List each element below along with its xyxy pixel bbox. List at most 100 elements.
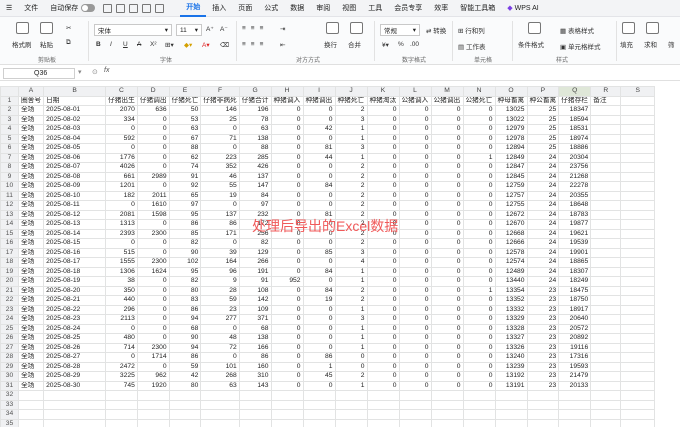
cell[interactable] (620, 418, 656, 427)
row-header[interactable]: 8 (0, 162, 19, 173)
cell[interactable]: 63 (238, 124, 272, 135)
cell[interactable]: 166 (238, 342, 272, 353)
cell[interactable]: 86 (168, 219, 202, 230)
cell[interactable]: 63 (168, 124, 202, 135)
cell[interactable]: 0 (398, 171, 432, 182)
cell[interactable]: 83 (168, 295, 202, 306)
cell[interactable]: 圈舍号 (17, 95, 45, 106)
cell[interactable] (430, 409, 464, 420)
cell[interactable]: 12755 (494, 200, 528, 211)
cell[interactable]: 0 (302, 105, 336, 116)
row-header[interactable]: 3 (0, 114, 19, 125)
cell[interactable] (366, 418, 400, 427)
cell[interactable] (590, 342, 622, 353)
cell[interactable]: 88 (168, 143, 202, 154)
cell[interactable]: 182 (105, 190, 138, 201)
cell[interactable]: 全场 (17, 285, 45, 296)
cell[interactable]: 1 (334, 276, 368, 287)
filter-button[interactable]: 筛 (668, 39, 675, 49)
cell[interactable]: 0 (430, 266, 464, 277)
column-header[interactable]: D (136, 86, 170, 97)
cell[interactable]: 种母畜禽 (494, 95, 528, 106)
cell[interactable] (200, 418, 240, 427)
row-header[interactable]: 7 (0, 152, 19, 163)
cell[interactable]: 0 (462, 133, 496, 144)
cell[interactable]: 0 (398, 133, 432, 144)
row-header[interactable]: 10 (0, 181, 19, 192)
cell[interactable] (270, 390, 304, 401)
cell[interactable]: 0 (398, 276, 432, 287)
cell[interactable]: 0 (270, 304, 304, 315)
cell[interactable]: 137 (200, 209, 240, 220)
cell[interactable]: 0 (398, 323, 432, 334)
cell[interactable]: 0 (398, 209, 432, 220)
cell[interactable] (398, 409, 432, 420)
cell[interactable] (590, 333, 622, 344)
row-header[interactable]: 19 (0, 266, 19, 277)
cell[interactable] (200, 390, 240, 401)
cell[interactable] (17, 399, 45, 410)
cell[interactable]: 23 (526, 304, 560, 315)
cell[interactable] (136, 390, 170, 401)
cell[interactable]: 0 (430, 209, 464, 220)
cell[interactable]: 0 (366, 124, 400, 135)
cell[interactable]: 94 (168, 342, 202, 353)
cell[interactable]: 2025-08-15 (43, 238, 107, 249)
cell[interactable] (200, 399, 240, 410)
merge-button[interactable]: 合并 (348, 39, 361, 49)
cell[interactable]: 1714 (136, 352, 170, 363)
cell[interactable] (590, 418, 622, 427)
cell[interactable]: 25 (526, 124, 560, 135)
cell[interactable]: 25 (526, 143, 560, 154)
cell[interactable]: 3 (334, 314, 368, 325)
row-header[interactable]: 11 (0, 190, 19, 201)
cell[interactable]: 0 (270, 361, 304, 372)
sum-button[interactable]: 求和 (644, 39, 657, 49)
cell[interactable]: 23 (526, 371, 560, 382)
cell[interactable]: 0 (136, 333, 170, 344)
cell[interactable]: 78 (238, 114, 272, 125)
row-header[interactable]: 16 (0, 238, 19, 249)
decrease-font-icon[interactable]: A⁻ (220, 25, 228, 33)
cell[interactable]: 2025-08-28 (43, 361, 107, 372)
cell[interactable]: 1 (302, 361, 336, 372)
cell[interactable]: 0 (136, 238, 170, 249)
cell[interactable]: 0 (270, 162, 304, 173)
vertical-align-icons[interactable]: ≡≡≡ (242, 25, 268, 32)
cell[interactable] (17, 390, 45, 401)
cell[interactable]: 全场 (17, 333, 45, 344)
cell[interactable]: 480 (105, 333, 138, 344)
cell[interactable] (590, 181, 622, 192)
cell[interactable]: 2025-08-30 (43, 380, 107, 391)
row-header[interactable]: 2 (0, 105, 19, 116)
cell[interactable]: 2113 (105, 314, 138, 325)
cell[interactable]: 745 (105, 380, 138, 391)
fx-label[interactable]: fx (104, 67, 109, 74)
cell[interactable]: 13352 (494, 295, 528, 306)
cell[interactable] (334, 399, 368, 410)
cell[interactable]: 25 (526, 105, 560, 116)
cell[interactable]: 82 (168, 276, 202, 287)
cell[interactable]: 0 (398, 181, 432, 192)
underline-icon[interactable]: U (123, 41, 128, 48)
cell[interactable] (238, 399, 272, 410)
cell[interactable]: 19116 (558, 342, 592, 353)
cell[interactable]: 2025-08-19 (43, 276, 107, 287)
cell[interactable] (590, 228, 622, 239)
cell[interactable] (302, 418, 336, 427)
merge-icon[interactable] (350, 22, 363, 34)
cell[interactable]: 0 (366, 333, 400, 344)
cell[interactable]: 0 (270, 333, 304, 344)
row-header[interactable]: 24 (0, 314, 19, 325)
cell[interactable]: 全场 (17, 200, 45, 211)
cell[interactable]: 12849 (494, 152, 528, 163)
cell[interactable] (590, 152, 622, 163)
indent-icon[interactable]: ⇥ (280, 25, 285, 33)
cell[interactable]: 20133 (558, 380, 592, 391)
cell[interactable] (620, 276, 656, 287)
cell[interactable]: 24 (526, 190, 560, 201)
cell[interactable]: 全场 (17, 114, 45, 125)
cell[interactable]: 0 (398, 238, 432, 249)
cell[interactable]: 0 (462, 276, 496, 287)
cell[interactable] (270, 399, 304, 410)
